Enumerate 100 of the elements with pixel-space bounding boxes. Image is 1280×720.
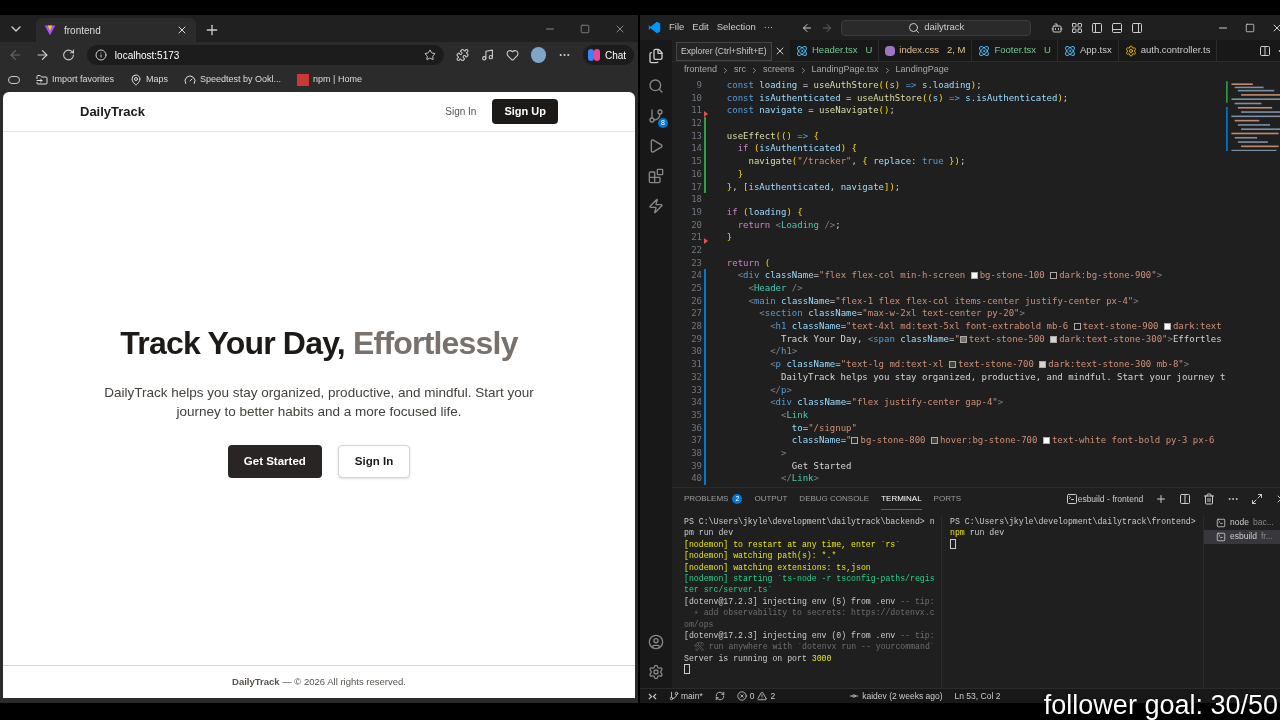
line-number: 17	[690, 180, 702, 194]
line-number: 27	[690, 307, 702, 321]
bookmark[interactable]: Import favorites	[36, 72, 115, 87]
terminal-hint: bac...	[1252, 517, 1274, 529]
terminal-line: [dotenv@17.2.3] injecting env (0) from .env -- tip:	[684, 630, 935, 642]
line-number: 32	[690, 370, 702, 384]
bookmark[interactable]: Speedtest by Ookl...	[184, 72, 282, 87]
terminal-line: [dotenv@17.2.3] injecting env (5) from .env -- tip:	[684, 595, 935, 608]
code-line: navigate("/tracker", { replace: true });	[747, 155, 966, 168]
breadcrumb-item[interactable]: src	[734, 63, 747, 77]
line-number: 9	[695, 79, 702, 92]
file-status: U	[1044, 43, 1051, 58]
problems-status[interactable]: 0 2	[736, 689, 776, 703]
code-line: const loading = useAuthStore((s) => s.loading);	[725, 79, 982, 92]
line-number: 12	[690, 117, 702, 130]
code-line: <p className="text-lg md:text-xl text-stone-700 dark:text-stone-300 mb-8">	[769, 358, 1190, 371]
bookmark[interactable]: npm | Home	[297, 72, 362, 87]
hero-description: DailyTrack helps you stay organized, productive, and mindful. Start your journey to better habits and a more focused life.	[103, 384, 535, 421]
stream-overlay-text: follower goal: 30/50	[1043, 690, 1278, 720]
command-search[interactable]: dailytrack	[841, 19, 1032, 36]
code-line: <main className="flex-1 flex flex-col items-center justify-center px-4">	[747, 294, 1139, 308]
get-started-button[interactable]: Get Started	[227, 445, 322, 478]
line-number: 31	[690, 358, 702, 371]
code-line: <div className="flex flex-col min-h-screen bg-stone-100 dark:bg-stone-900">	[736, 269, 1163, 282]
line-number: 21	[690, 231, 702, 244]
line-number: 33	[690, 383, 702, 397]
breadcrumb-item[interactable]: screens	[763, 63, 795, 77]
file-status: U	[865, 43, 873, 58]
search-text: dailytrack	[924, 20, 965, 35]
terminal-list-item[interactable]: esbuild fr...	[1204, 530, 1280, 544]
panel-tab[interactable]: DEBUG CONSOLE	[799, 489, 870, 509]
code-line: </p>	[769, 383, 792, 397]
code-line: DailyTrack helps you stay organized, productive, and mindful. Start your journey t	[780, 370, 1226, 384]
code-line: return (	[725, 256, 771, 270]
breadcrumb-item[interactable]: LandingPage.tsx	[811, 63, 879, 77]
menu-item[interactable]: Edit	[692, 20, 709, 35]
breadcrumb-item[interactable]: frontend	[684, 63, 718, 77]
cursor-position[interactable]: Ln 53, Col 2	[954, 689, 1001, 703]
panel-tab[interactable]: OUTPUT	[754, 489, 788, 509]
terminal-name: esbuild	[1230, 531, 1257, 543]
code-line: Get Started	[790, 459, 852, 473]
branch-status[interactable]: main*	[669, 689, 703, 703]
footer-text: DailyTrack — © 2026 All rights reserved.	[232, 674, 406, 689]
code-line: <Header />	[747, 282, 803, 295]
code-line: }	[736, 167, 744, 181]
code-line: className=" bg-stone-800 hover:bg-stone-700 text-white font-bold py-3 px-6	[790, 434, 1215, 447]
tab-title: frontend	[64, 23, 102, 38]
code-line: <div className="flex justify-center gap-4">	[769, 396, 1004, 409]
line-number: 24	[690, 269, 702, 282]
terminal-line: [nodemon] watching path(s): *.*	[684, 550, 837, 562]
sign-in-button[interactable]: Sign In	[337, 445, 411, 478]
bookmark-label: npm | Home	[313, 72, 362, 86]
address-bar[interactable]: localhost:5173	[86, 45, 444, 65]
line-number: 28	[690, 320, 702, 333]
tab-label: auth.controller.ts	[1140, 43, 1211, 58]
code-line: <Link	[780, 408, 809, 422]
menu-item[interactable]: ···	[763, 20, 774, 35]
terminal-title: esbuild - frontend	[1077, 492, 1144, 506]
bookmark-label: Import favorites	[52, 72, 115, 86]
line-number: 29	[690, 332, 702, 346]
terminal-line: [nodemon] starting `ts-node -r tsconfig-paths/regis	[684, 573, 935, 585]
chat-button[interactable]: Chat	[582, 45, 635, 65]
terminal-line: om/ops	[684, 618, 714, 631]
tab-label: index.css	[899, 43, 939, 58]
code-line: useEffect(() => {	[725, 129, 819, 143]
terminal-line: PS C:\Users\jkyle\development\dailytrack\frontend>	[950, 516, 1196, 528]
bookmark[interactable]: Maps	[130, 72, 169, 87]
line-number: 30	[690, 345, 702, 359]
brand-logo[interactable]: DailyTrack	[80, 101, 430, 122]
browser-tab[interactable]: frontend	[36, 18, 196, 42]
terminal-name: node	[1230, 517, 1249, 529]
panel-tab[interactable]: PORTS	[933, 489, 962, 509]
tooltip: Explorer (Ctrl+Shift+E)	[676, 42, 772, 61]
code-line: return <Loading />;	[736, 218, 841, 232]
menu-item[interactable]: Selection	[716, 20, 756, 35]
line-number: 35	[690, 408, 702, 422]
panel-tab[interactable]: TERMINAL	[881, 488, 922, 510]
terminal-line: [nodemon] to restart at any time, enter `rs`	[684, 538, 901, 551]
sign-in-link[interactable]: Sign In	[445, 104, 477, 119]
line-number: 10	[690, 91, 702, 105]
code-line: to="/signup"	[790, 421, 857, 435]
line-number: 20	[690, 218, 702, 232]
code-line: if (isAuthenticated) {	[736, 142, 857, 156]
blame-status[interactable]: kaidev (2 weeks ago)	[849, 689, 943, 703]
line-number: 34	[690, 396, 702, 409]
terminal-line: npm run dev	[950, 527, 1005, 539]
terminal-list-item[interactable]: node bac...	[1204, 516, 1280, 530]
code-line: </Link>	[780, 472, 819, 485]
hero-title: Track Your Day, Effortlessly	[120, 324, 518, 363]
line-number: 22	[690, 243, 702, 257]
code-line: >	[780, 446, 787, 460]
menu-item[interactable]: File	[669, 20, 685, 35]
line-number: 19	[690, 205, 702, 219]
line-number: 37	[690, 434, 702, 447]
sign-up-button[interactable]: Sign Up	[492, 99, 558, 124]
terminal-hint: fr...	[1260, 531, 1273, 543]
code-line: </h1>	[769, 345, 798, 359]
terminal-line: [nodemon] watching extensions: ts,json	[684, 561, 871, 574]
line-number: 39	[690, 459, 702, 473]
breadcrumb-item[interactable]: LandingPage	[895, 63, 949, 77]
